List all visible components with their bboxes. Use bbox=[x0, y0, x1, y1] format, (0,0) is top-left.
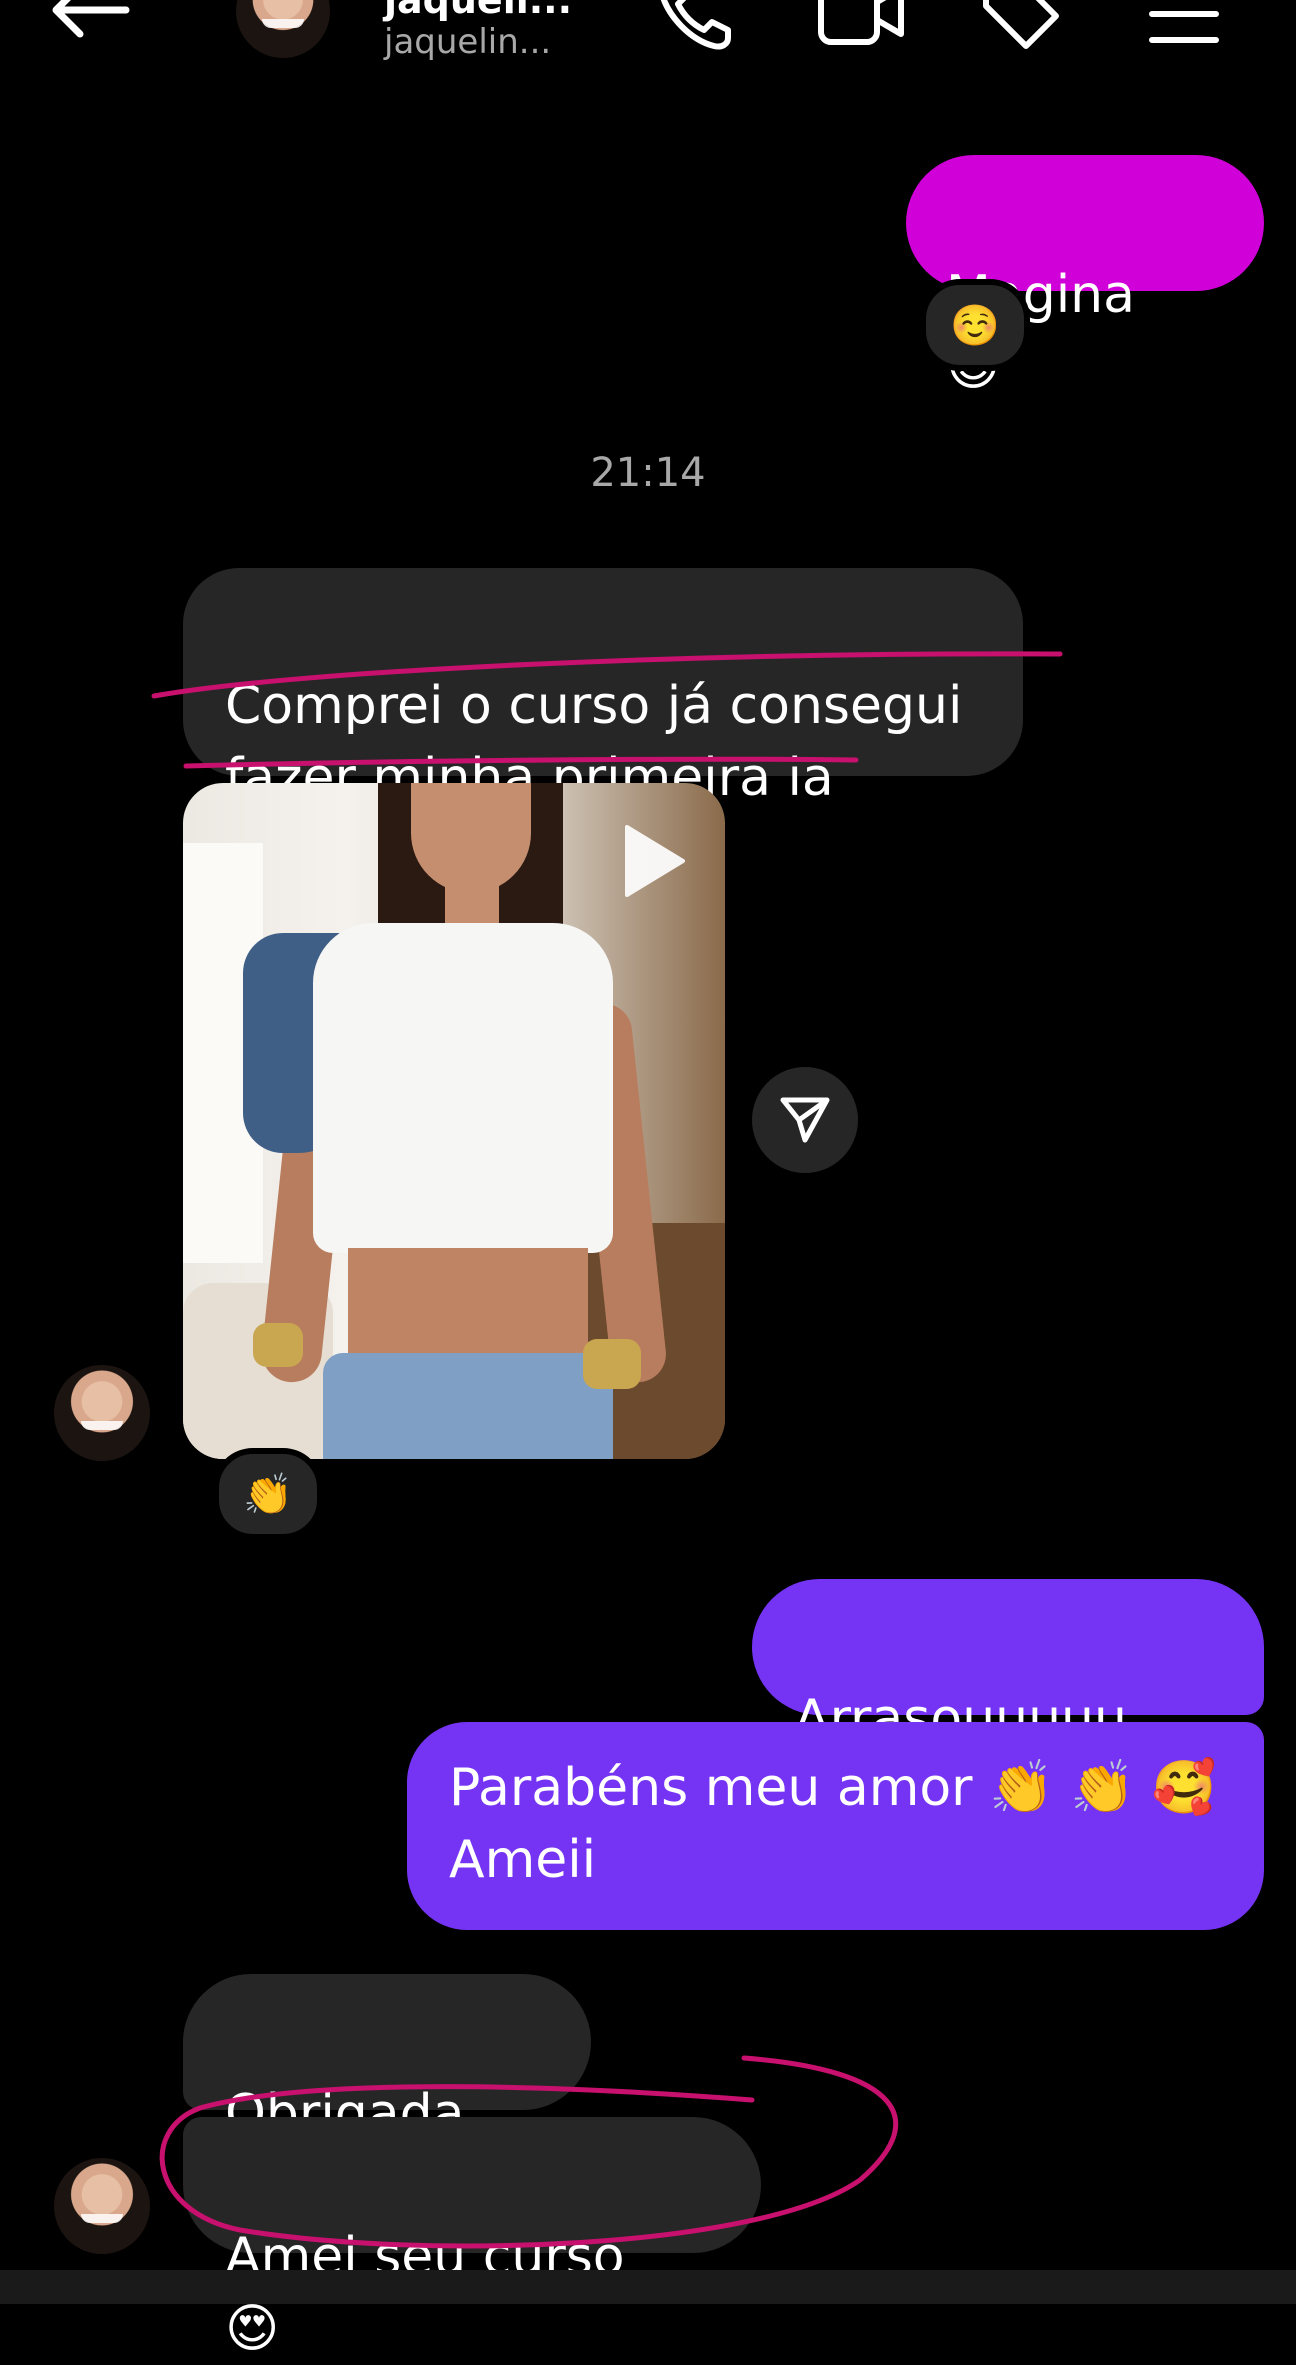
incoming-message[interactable]: Comprei o curso já consegui fazer minha … bbox=[183, 568, 1023, 808]
outgoing-message[interactable]: Parabéns meu amor 👏 👏 🥰 Ameii bbox=[407, 1722, 1264, 1930]
video-attachment[interactable] bbox=[183, 783, 725, 1459]
arrow-left-icon[interactable] bbox=[46, 0, 132, 40]
outgoing-message[interactable]: Arrasouuuuu 🤩 bbox=[752, 1579, 1264, 1821]
message-text: Parabéns meu amor bbox=[449, 1758, 973, 1818]
play-icon[interactable] bbox=[619, 821, 689, 905]
message-line: Parabéns meu amor 👏 👏 🥰 bbox=[449, 1752, 1224, 1824]
chat-header: jaqueli... jaquelin... bbox=[0, 0, 1296, 80]
sender-avatar[interactable] bbox=[54, 2158, 150, 2254]
contact-name[interactable]: jaqueli... bbox=[384, 0, 572, 22]
share-button[interactable] bbox=[752, 1067, 858, 1173]
reaction-emoji: 👏 bbox=[243, 1471, 293, 1518]
sender-avatar[interactable] bbox=[54, 1365, 150, 1461]
reaction-emoji: ☺️ bbox=[950, 302, 1000, 349]
send-icon bbox=[777, 1090, 833, 1150]
message-reaction[interactable]: 👏 bbox=[213, 1448, 323, 1540]
message-reaction[interactable]: ☺️ bbox=[920, 279, 1030, 371]
tag-icon[interactable] bbox=[980, 0, 1062, 52]
message-timestamp: 21:14 bbox=[590, 450, 706, 496]
phone-icon[interactable] bbox=[654, 0, 736, 54]
white-top bbox=[313, 923, 613, 1253]
jeans bbox=[323, 1353, 613, 1459]
bottom-bar bbox=[0, 2270, 1296, 2304]
bracelet-left bbox=[253, 1323, 303, 1367]
video-camera-icon[interactable] bbox=[816, 0, 906, 50]
incoming-message[interactable]: Amei seu curso 😍 bbox=[183, 2117, 761, 2359]
torso bbox=[348, 1248, 588, 1368]
menu-icon[interactable] bbox=[1148, 0, 1220, 50]
clapping-hands-emoji: 👏 👏 🥰 bbox=[989, 1758, 1217, 1818]
message-text-second-line: Ameii bbox=[449, 1830, 597, 1890]
contact-username[interactable]: jaquelin... bbox=[384, 22, 551, 62]
outgoing-message[interactable]: Magina 😊 bbox=[906, 155, 1264, 397]
contact-avatar[interactable] bbox=[236, 0, 330, 58]
incoming-message[interactable]: Obrigada 😃 bbox=[183, 1974, 591, 2216]
bracelet-right bbox=[583, 1339, 641, 1389]
